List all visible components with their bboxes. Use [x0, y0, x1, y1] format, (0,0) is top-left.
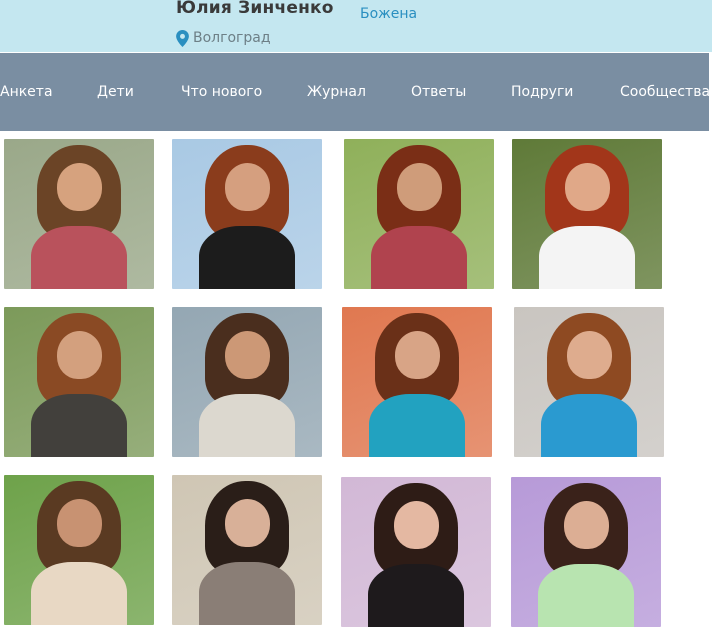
photo-body: [368, 564, 464, 627]
photo-body: [369, 394, 465, 457]
photo-thumbnail[interactable]: [341, 477, 491, 627]
photo-face: [224, 163, 270, 211]
photo-face: [563, 501, 609, 549]
profile-city: Волгоград: [193, 30, 271, 46]
tab-anketa[interactable]: Анкета: [0, 53, 53, 131]
location-pin-icon: [176, 29, 189, 47]
related-user-link[interactable]: Божена: [360, 6, 417, 22]
photo-body: [538, 564, 634, 627]
photo-body: [539, 226, 635, 289]
photo-thumbnail[interactable]: [4, 475, 154, 625]
photo-face: [564, 163, 610, 211]
photo-face: [566, 331, 612, 379]
photo-body: [541, 394, 637, 457]
photo-thumbnail[interactable]: [511, 477, 661, 627]
photo-body: [31, 394, 127, 457]
photo-body: [371, 226, 467, 289]
tab-deti[interactable]: Дети: [97, 53, 134, 131]
profile-tab-bar: Анкета Дети Что нового Журнал Ответы Под…: [0, 53, 710, 131]
photo-thumbnail[interactable]: [342, 307, 492, 457]
profile-name: Юлия Зинченко: [176, 0, 334, 18]
tab-zhurnal[interactable]: Журнал: [307, 53, 366, 131]
photo-face: [56, 499, 102, 547]
photo-face: [224, 331, 270, 379]
tab-chto-novogo[interactable]: Что нового: [181, 53, 262, 131]
photo-thumbnail[interactable]: [172, 475, 322, 625]
photo-thumbnail[interactable]: [514, 307, 664, 457]
photo-body: [199, 394, 295, 457]
photo-thumbnail[interactable]: [4, 307, 154, 457]
photo-face: [396, 163, 442, 211]
profile-location: Волгоград: [176, 28, 271, 48]
photo-face: [394, 331, 440, 379]
photo-thumbnail[interactable]: [512, 139, 662, 289]
profile-header: Юлия Зинченко Волгоград Божена: [0, 0, 712, 52]
photo-body: [199, 226, 295, 289]
photo-body: [199, 562, 295, 625]
photo-face: [56, 331, 102, 379]
photo-face: [56, 163, 102, 211]
photo-body: [31, 562, 127, 625]
photo-face: [224, 499, 270, 547]
photo-thumbnail[interactable]: [172, 307, 322, 457]
tab-podrugi[interactable]: Подруги: [511, 53, 573, 131]
photo-face: [393, 501, 439, 549]
tab-otvety[interactable]: Ответы: [411, 53, 466, 131]
tab-soobshchestva[interactable]: Сообщества: [620, 53, 710, 131]
photo-thumbnail[interactable]: [4, 139, 154, 289]
photo-thumbnail[interactable]: [172, 139, 322, 289]
photo-body: [31, 226, 127, 289]
photo-thumbnail[interactable]: [344, 139, 494, 289]
